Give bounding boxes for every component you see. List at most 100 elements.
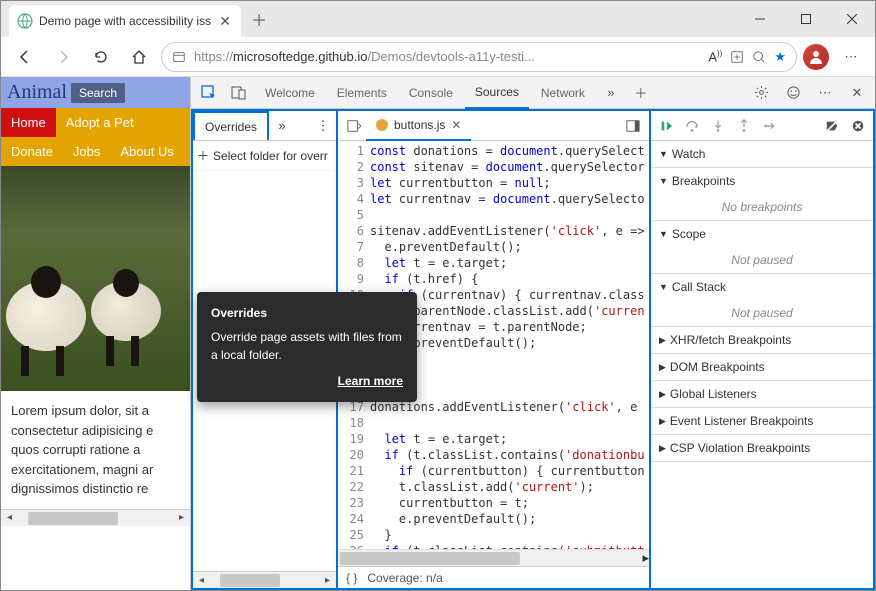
- file-nav-icon[interactable]: [342, 119, 366, 133]
- editor-statusbar: { } Coverage: n/a: [338, 566, 649, 588]
- devtools-tab-elements[interactable]: Elements: [327, 77, 397, 109]
- navigator-tabs: Overrides » ⋮: [193, 111, 336, 141]
- nav-link-about-us[interactable]: About Us: [110, 137, 183, 166]
- search-button[interactable]: Search: [71, 83, 125, 103]
- scroll-right-icon[interactable]: ▸: [173, 509, 190, 526]
- devtools-tab-network[interactable]: Network: [531, 77, 595, 109]
- toggle-sidebar-icon[interactable]: [621, 119, 645, 133]
- plus-icon: ＋: [197, 147, 209, 164]
- select-folder-button[interactable]: ＋ Select folder for overr: [193, 141, 336, 171]
- browser-tab[interactable]: Demo page with accessibility iss ✕: [9, 5, 241, 37]
- debug-section-header[interactable]: ▶XHR/fetch Breakpoints: [651, 327, 873, 353]
- device-toggle-icon[interactable]: [225, 79, 253, 107]
- devtools-tab-sources[interactable]: Sources: [465, 77, 529, 109]
- nav-menu-icon[interactable]: ⋮: [310, 111, 336, 140]
- body-text: Lorem ipsum dolor, sit a consectetur adi…: [1, 391, 190, 509]
- debug-section-event-listener-breakpoints: ▶Event Listener Breakpoints: [651, 408, 873, 435]
- debug-section-csp-violation-breakpoints: ▶CSP Violation Breakpoints: [651, 435, 873, 462]
- overrides-tooltip: Overrides Override page assets with file…: [197, 292, 417, 402]
- debug-section-header[interactable]: ▶Event Listener Breakpoints: [651, 408, 873, 434]
- address-bar[interactable]: https://microsoftedge.github.io/Demos/de…: [161, 42, 797, 72]
- forward-button[interactable]: [47, 41, 79, 73]
- debug-section-header[interactable]: ▶CSP Violation Breakpoints: [651, 435, 873, 461]
- step-over-icon[interactable]: [683, 117, 701, 135]
- new-tab-button[interactable]: ＋: [245, 5, 273, 33]
- page-header: Animal Search: [1, 77, 190, 108]
- deactivate-breakpoints-icon[interactable]: [823, 117, 841, 135]
- nav-link-adopt-a-pet[interactable]: Adopt a Pet: [56, 108, 144, 137]
- chevron-right-icon: ▶: [659, 362, 666, 373]
- page-content: Animal Search HomeAdopt a PetDonateJobsA…: [1, 77, 190, 590]
- back-button[interactable]: [9, 41, 41, 73]
- debug-section-header[interactable]: ▼Scope: [651, 221, 873, 247]
- more-tabs-icon[interactable]: »: [597, 79, 625, 107]
- minimize-button[interactable]: [737, 1, 783, 37]
- file-tab-buttons-js[interactable]: buttons.js ✕: [366, 111, 471, 141]
- profile-avatar[interactable]: [803, 44, 829, 70]
- debug-section-header[interactable]: ▼Watch: [651, 141, 873, 167]
- debug-section-header[interactable]: ▼Breakpoints: [651, 168, 873, 194]
- settings-icon[interactable]: [747, 79, 775, 107]
- editor-scrollbar[interactable]: ▸: [338, 549, 649, 566]
- site-nav: HomeAdopt a PetDonateJobsAbout Us: [1, 108, 190, 166]
- collections-icon[interactable]: [730, 50, 744, 64]
- resume-icon[interactable]: [657, 117, 675, 135]
- more-nav-tabs-icon[interactable]: »: [269, 111, 295, 140]
- devtools-tab-console[interactable]: Console: [399, 77, 463, 109]
- chevron-right-icon: ▶: [659, 416, 666, 427]
- url-text: https://microsoftedge.github.io/Demos/de…: [194, 49, 700, 64]
- devtools-menu-icon[interactable]: ⋯: [811, 79, 839, 107]
- coverage-status: Coverage: n/a: [367, 571, 442, 585]
- hero-image: [1, 166, 190, 391]
- devtools-tab-welcome[interactable]: Welcome: [255, 77, 325, 109]
- browser-toolbar: https://microsoftedge.github.io/Demos/de…: [1, 37, 875, 77]
- new-tab-icon[interactable]: ＋: [627, 79, 655, 107]
- pause-exceptions-icon[interactable]: [849, 117, 867, 135]
- window-controls: [737, 1, 875, 37]
- close-file-icon[interactable]: ✕: [451, 118, 461, 132]
- debug-section-body: No breakpoints: [651, 194, 873, 220]
- favorite-icon[interactable]: ★: [774, 49, 786, 65]
- step-out-icon[interactable]: [735, 117, 753, 135]
- step-icon[interactable]: [761, 117, 779, 135]
- debug-section-header[interactable]: ▼Call Stack: [651, 274, 873, 300]
- devtools-close-icon[interactable]: ✕: [843, 79, 871, 107]
- nav-link-home[interactable]: Home: [1, 108, 56, 137]
- debug-section-body: Not paused: [651, 300, 873, 326]
- debug-section-header[interactable]: ▶Global Listeners: [651, 381, 873, 407]
- tooltip-learn-more-link[interactable]: Learn more: [211, 372, 403, 390]
- app-menu-button[interactable]: ⋯: [835, 41, 867, 73]
- site-info-icon[interactable]: [172, 50, 186, 64]
- debug-section-dom-breakpoints: ▶DOM Breakpoints: [651, 354, 873, 381]
- feedback-icon[interactable]: [779, 79, 807, 107]
- nav-link-donate[interactable]: Donate: [1, 137, 63, 166]
- site-title: Animal: [7, 81, 67, 104]
- debug-section-header[interactable]: ▶DOM Breakpoints: [651, 354, 873, 380]
- debug-section-xhr-fetch-breakpoints: ▶XHR/fetch Breakpoints: [651, 327, 873, 354]
- tab-overrides[interactable]: Overrides: [193, 111, 269, 140]
- tooltip-body: Override page assets with files from a l…: [211, 328, 403, 364]
- maximize-button[interactable]: [783, 1, 829, 37]
- chevron-down-icon: ▼: [659, 229, 668, 239]
- chevron-right-icon: ▶: [659, 335, 666, 346]
- page-scrollbar[interactable]: ◂ ▸: [1, 509, 190, 526]
- chevron-down-icon: ▼: [659, 282, 668, 292]
- reload-button[interactable]: [85, 41, 117, 73]
- close-window-button[interactable]: [829, 1, 875, 37]
- inspect-icon[interactable]: [195, 79, 223, 107]
- debug-section-scope: ▼ScopeNot paused: [651, 221, 873, 274]
- nav-link-jobs[interactable]: Jobs: [63, 137, 110, 166]
- home-button[interactable]: [123, 41, 155, 73]
- chevron-down-icon: ▼: [659, 149, 668, 159]
- debugger-pane: ▼Watch▼BreakpointsNo breakpoints▼ScopeNo…: [651, 109, 875, 590]
- debug-section-body: Not paused: [651, 247, 873, 273]
- step-into-icon[interactable]: [709, 117, 727, 135]
- pretty-print-icon[interactable]: { }: [346, 571, 357, 585]
- nav-scrollbar[interactable]: ◂▸: [193, 571, 336, 588]
- close-tab-icon[interactable]: ✕: [217, 13, 233, 29]
- read-aloud-icon[interactable]: A)): [708, 49, 722, 64]
- scroll-left-icon[interactable]: ◂: [1, 509, 18, 526]
- chevron-right-icon: ▶: [659, 389, 666, 400]
- globe-icon: [17, 13, 33, 29]
- zoom-icon[interactable]: [752, 50, 766, 64]
